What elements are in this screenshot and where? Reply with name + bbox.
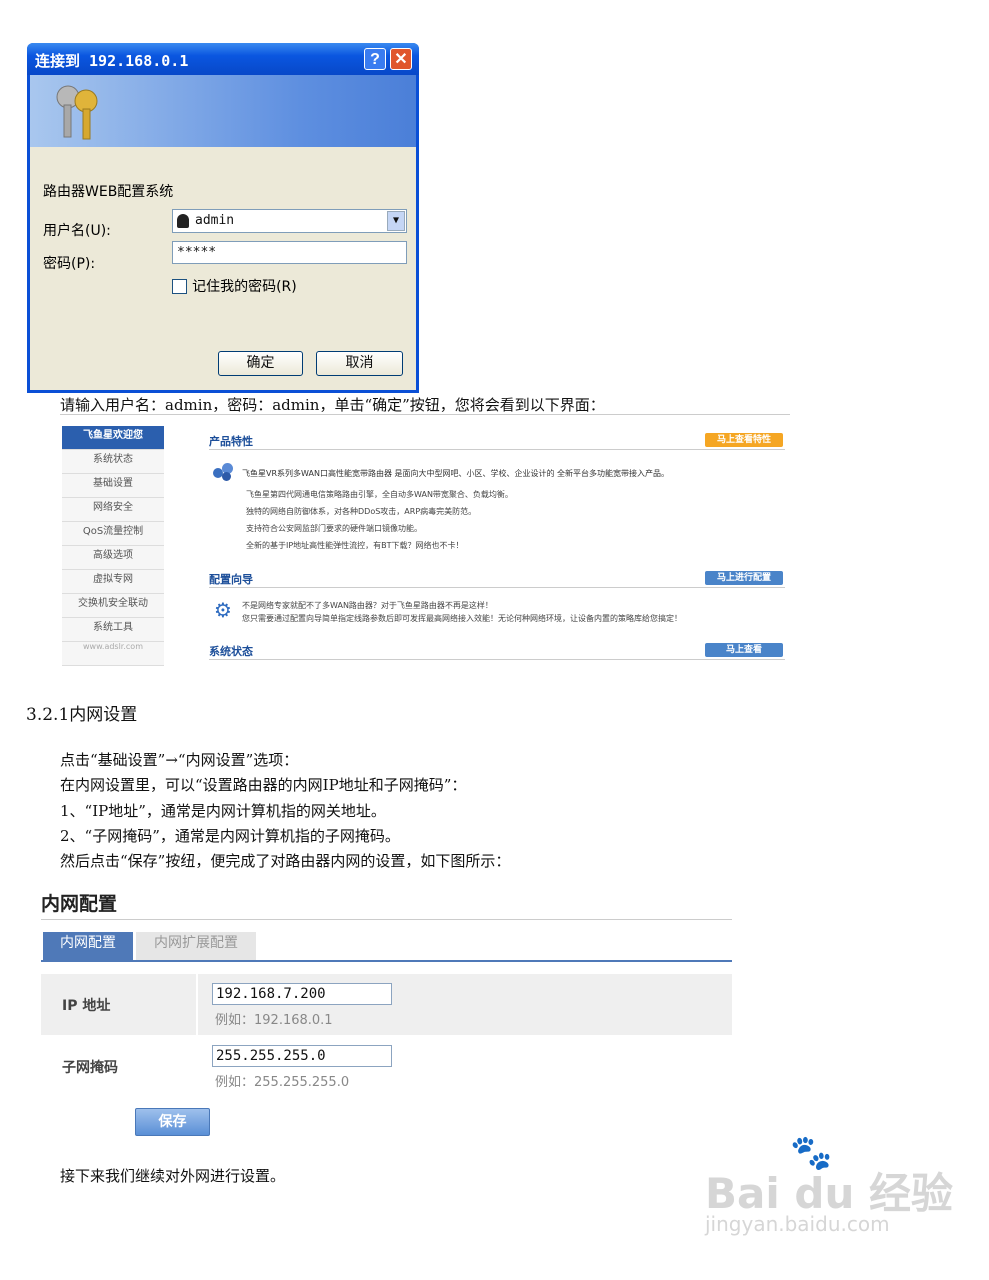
gear-icon: ⚙ bbox=[214, 598, 232, 622]
instruction-line: 1、“IP地址”，通常是内网计算机指的网关地址。 bbox=[60, 802, 386, 820]
router-welcome-panel: 飞鱼星欢迎您 系统状态 基础设置 网络安全 QoS流量控制 高级选项 虚拟专网 … bbox=[62, 418, 789, 668]
dialog-title: 连接到 192.168.0.1 bbox=[35, 52, 189, 70]
tab-lan-config[interactable]: 内网配置 bbox=[43, 932, 133, 960]
features-title: 产品特性 bbox=[209, 435, 253, 448]
features-headline: 飞鱼星VR系列多WAN口高性能宽带路由器 是面向大中型网吧、小区、学校、企业设计… bbox=[242, 469, 670, 478]
intro-text: 请输入用户名：admin，密码：admin，单击“确定”按钮，您将会看到以下界面… bbox=[60, 396, 605, 414]
wizard-line: 不是网络专家就配不了多WAN路由器？对于飞鱼星路由器不再是这样！ bbox=[242, 601, 493, 610]
wizard-button[interactable]: 马上进行配置 bbox=[705, 571, 783, 585]
password-label: 密码(P): bbox=[43, 256, 96, 272]
keys-icon bbox=[56, 85, 98, 140]
divider bbox=[209, 449, 785, 450]
feature-line: 飞鱼星第四代网通电信策略路由引擎，全自动多WAN带宽聚合、负载均衡。 bbox=[246, 490, 513, 499]
instruction-line: 点击“基础设置”→“内网设置”选项： bbox=[60, 751, 299, 769]
instruction-line: 然后点击“保存”按纽，便完成了对路由器内网的设置，如下图所示： bbox=[60, 852, 511, 870]
divider bbox=[41, 919, 732, 920]
chevron-down-icon[interactable]: ▼ bbox=[387, 211, 405, 231]
system-name: 路由器WEB配置系统 bbox=[43, 184, 174, 200]
sidebar-item-tools[interactable]: 系统工具 bbox=[62, 618, 164, 642]
remember-checkbox[interactable] bbox=[172, 279, 187, 294]
sidebar-footer: www.adslr.com bbox=[62, 642, 164, 666]
close-button[interactable]: ✕ bbox=[390, 48, 412, 70]
feature-line: 独特的网络自防御体系，对各种DDoS攻击，ARP病毒完美防范。 bbox=[246, 507, 477, 516]
sidebar-item-welcome[interactable]: 飞鱼星欢迎您 bbox=[62, 426, 164, 450]
sidebar-item-switch[interactable]: 交换机安全联动 bbox=[62, 594, 164, 618]
divider bbox=[60, 414, 790, 415]
instruction-line: 2、“子网掩码”，通常是内网计算机指的子网掩码。 bbox=[60, 827, 400, 845]
watermark-url: jingyan.baidu.com bbox=[705, 1212, 890, 1236]
ip-label: IP 地址 bbox=[62, 998, 111, 1014]
feature-line: 全新的基于IP地址高性能弹性流控，有BT下载？网络也不卡！ bbox=[246, 541, 464, 550]
help-button[interactable]: ? bbox=[364, 48, 386, 70]
divider bbox=[209, 659, 785, 660]
ok-button[interactable]: 确定 bbox=[218, 351, 303, 376]
wizard-title: 配置向导 bbox=[209, 573, 253, 586]
mask-hint: 例如：255.255.255.0 bbox=[215, 1075, 350, 1090]
cancel-button[interactable]: 取消 bbox=[316, 351, 403, 376]
instruction-line: 在内网设置里，可以“设置路由器的内网IP地址和子网掩码”： bbox=[60, 776, 467, 794]
closing-text: 接下来我们继续对外网进行设置。 bbox=[60, 1167, 286, 1185]
features-button[interactable]: 马上查看特性 bbox=[705, 433, 783, 447]
divider bbox=[209, 587, 785, 588]
dialog-banner bbox=[30, 75, 416, 147]
section-heading: 3.2.1内网设置 bbox=[26, 705, 138, 725]
tab-lan-extended[interactable]: 内网扩展配置 bbox=[136, 932, 256, 960]
username-value: admin bbox=[195, 213, 235, 228]
login-dialog: 连接到 192.168.0.1 ? ✕ 路由器WEB配置系统 用户名(U): a… bbox=[27, 43, 419, 393]
username-label: 用户名(U): bbox=[43, 223, 111, 239]
user-icon bbox=[177, 213, 189, 228]
ip-input[interactable]: 192.168.7.200 bbox=[212, 983, 392, 1005]
dialog-titlebar[interactable]: 连接到 192.168.0.1 ? ✕ bbox=[27, 43, 419, 75]
features-icon bbox=[213, 463, 235, 481]
router-sidebar: 飞鱼星欢迎您 系统状态 基础设置 网络安全 QoS流量控制 高级选项 虚拟专网 … bbox=[62, 426, 164, 666]
lan-config-title: 内网配置 bbox=[41, 893, 118, 915]
mask-input[interactable]: 255.255.255.0 bbox=[212, 1045, 392, 1067]
ip-hint: 例如：192.168.0.1 bbox=[215, 1013, 333, 1028]
remember-label: 记住我的密码(R) bbox=[192, 279, 297, 295]
sidebar-item-qos[interactable]: QoS流量控制 bbox=[62, 522, 164, 546]
remember-checkbox-row[interactable]: 记住我的密码(R) bbox=[172, 276, 297, 296]
save-button[interactable]: 保存 bbox=[135, 1108, 210, 1136]
sidebar-item-vpn[interactable]: 虚拟专网 bbox=[62, 570, 164, 594]
tab-underline bbox=[41, 960, 732, 962]
sidebar-item-advanced[interactable]: 高级选项 bbox=[62, 546, 164, 570]
sidebar-item-status[interactable]: 系统状态 bbox=[62, 450, 164, 474]
status-button[interactable]: 马上查看 bbox=[705, 643, 783, 657]
sidebar-item-security[interactable]: 网络安全 bbox=[62, 498, 164, 522]
sidebar-item-basic[interactable]: 基础设置 bbox=[62, 474, 164, 498]
wizard-line: 您只需要通过配置向导简单指定线路参数后即可发挥最高网络接入效能！无论何种网络环境… bbox=[242, 614, 682, 623]
feature-line: 支持符合公安网监部门要求的硬件端口镜像功能。 bbox=[246, 524, 422, 533]
username-combobox[interactable]: admin ▼ bbox=[172, 209, 407, 233]
password-field[interactable]: ***** bbox=[172, 241, 407, 264]
status-title: 系统状态 bbox=[209, 645, 253, 658]
mask-label: 子网掩码 bbox=[62, 1060, 118, 1076]
